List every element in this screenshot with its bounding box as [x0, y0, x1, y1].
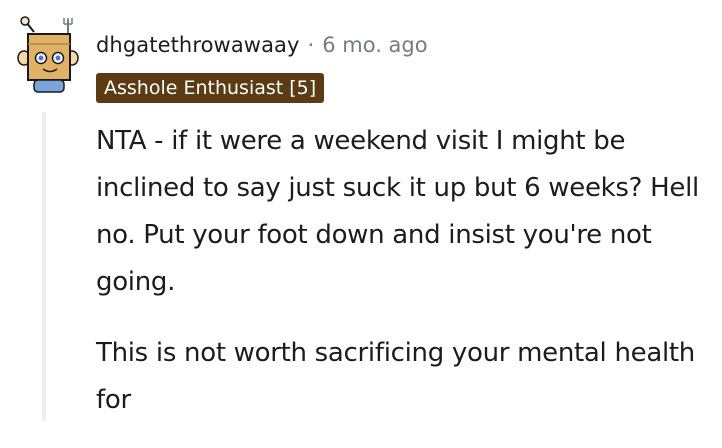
comment-paragraph: NTA - if it were a weekend visit I might… [96, 126, 699, 297]
user-flair-badge: Asshole Enthusiast [5] [96, 73, 325, 103]
comment-paragraph: This is not worth sacrificing your menta… [96, 338, 695, 415]
comment-body: NTA - if it were a weekend visit I might… [96, 118, 716, 448]
comment: dhgatethrowawaay · 6 mo. ago Asshole Ent… [0, 0, 722, 421]
timestamp-link[interactable]: 6 mo. ago [322, 33, 427, 57]
snoo-box-avatar-icon[interactable] [12, 14, 82, 94]
author-link[interactable]: dhgatethrowawaay [96, 33, 300, 57]
meta-separator: · [307, 33, 315, 57]
thread-collapse-line[interactable] [42, 112, 46, 421]
comment-header: dhgatethrowawaay · 6 mo. ago [96, 30, 428, 60]
